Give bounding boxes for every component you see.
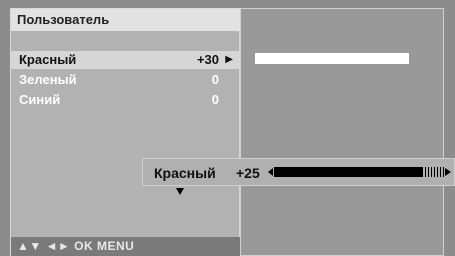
slider-right-arrow-icon[interactable] [445, 168, 451, 176]
menu-item-value: 0 [211, 72, 219, 87]
menu-item-label: Красный [19, 52, 77, 67]
navigation-hint: ▲▼ ◄► OK MENU [11, 237, 240, 256]
popup-value: +25 [236, 165, 260, 181]
triangle-right-icon: ▶ [225, 54, 233, 65]
triangle-down-icon [176, 188, 184, 195]
menu-item-value: +30 [196, 52, 219, 67]
menu-item-green[interactable]: Зеленый 0 [11, 71, 239, 89]
menu-item-label: Зеленый [19, 72, 77, 87]
menu-item-red[interactable]: Красный +30 ▶ [11, 51, 239, 69]
menu-item-value: 0 [211, 92, 219, 107]
menu-title: Пользователь [11, 9, 240, 31]
user-menu-panel: Пользователь Красный +30 ▶ Зеленый 0 Син… [10, 8, 240, 256]
slider-ticks [422, 167, 444, 177]
preview-panel [240, 8, 444, 256]
popup-label: Красный [154, 165, 216, 181]
menu-item-blue[interactable]: Синий 0 [11, 91, 239, 109]
menu-item-label: Синий [19, 92, 61, 107]
adjust-popup: Красный +25 [142, 158, 455, 186]
white-level-bar [255, 53, 409, 64]
slider-left-arrow-icon[interactable] [268, 168, 273, 176]
slider-track[interactable] [274, 167, 422, 177]
